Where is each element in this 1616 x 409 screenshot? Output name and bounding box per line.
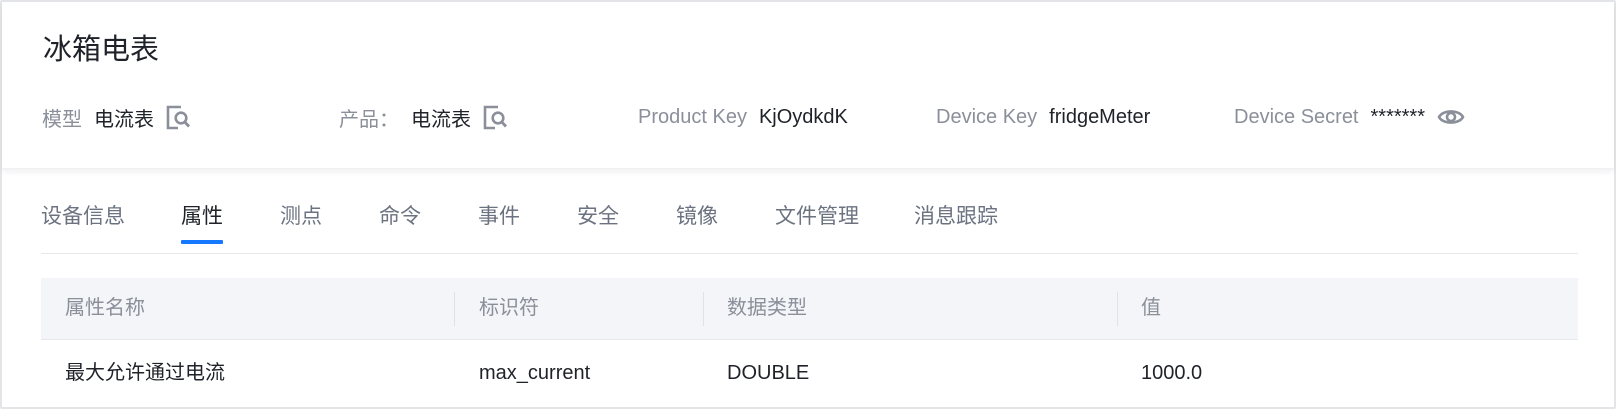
device-key-value: fridgeMeter xyxy=(1049,105,1151,128)
model-value: 电流表 xyxy=(94,108,154,131)
tab-label: 安全 xyxy=(577,205,619,228)
active-tab-indicator xyxy=(181,240,223,244)
column-header-name: 属性名称 xyxy=(65,297,145,319)
tab-measure-points[interactable]: 测点 xyxy=(280,203,322,231)
tab-label: 测点 xyxy=(280,205,322,228)
device-secret-field: Device Secret ******* xyxy=(1234,101,1465,133)
table-body: 最大允许通过电流 max_current DOUBLE 1000.0 xyxy=(41,340,1578,406)
device-secret-value: ******* xyxy=(1370,105,1425,128)
device-secret-label: Device Secret xyxy=(1234,105,1359,128)
tab-label: 消息跟踪 xyxy=(914,205,998,228)
column-header-data-type: 数据类型 xyxy=(727,297,807,319)
tab-shadow[interactable]: 镜像 xyxy=(676,203,718,231)
tab-label: 属性 xyxy=(181,205,223,228)
search-doc-icon[interactable] xyxy=(483,105,508,130)
tab-label: 镜像 xyxy=(676,205,718,228)
tab-label: 文件管理 xyxy=(775,205,859,228)
column-divider xyxy=(703,292,704,326)
tab-label: 设备信息 xyxy=(41,205,125,228)
device-key-label: Device Key xyxy=(936,105,1038,128)
tab-bar: 设备信息 属性 测点 命令 事件 安全 镜像 文件管理 消息跟踪 xyxy=(41,190,1578,254)
cell-data-type: DOUBLE xyxy=(727,362,810,384)
model-field: 模型 电流表 xyxy=(42,101,191,133)
tab-message-trace[interactable]: 消息跟踪 xyxy=(914,203,998,231)
tab-label: 事件 xyxy=(478,205,520,228)
product-key-value: KjOydkdK xyxy=(758,105,848,128)
tab-commands[interactable]: 命令 xyxy=(379,203,421,231)
product-value: 电流表 xyxy=(411,108,471,131)
product-field: 产品： 电流表 xyxy=(339,101,508,133)
tab-properties[interactable]: 属性 xyxy=(181,203,223,244)
device-key-field: Device Key fridgeMeter xyxy=(936,101,1150,133)
tab-label: 命令 xyxy=(379,205,421,228)
column-header-identifier: 标识符 xyxy=(479,297,539,319)
search-doc-icon[interactable] xyxy=(166,105,191,130)
tab-device-info[interactable]: 设备信息 xyxy=(41,203,125,231)
device-header: 冰箱电表 模型 电流表 产品： 电流表 Product Key KjOydkdK… xyxy=(2,2,1614,169)
tab-events[interactable]: 事件 xyxy=(478,203,520,231)
product-label: 产品： xyxy=(339,108,399,131)
column-divider xyxy=(454,292,455,326)
table-row[interactable]: 最大允许通过电流 max_current DOUBLE 1000.0 xyxy=(41,340,1578,406)
tab-file-management[interactable]: 文件管理 xyxy=(775,203,859,231)
model-label: 模型 xyxy=(42,108,82,131)
product-key-label: Product Key xyxy=(638,105,747,128)
column-divider xyxy=(1117,292,1118,326)
cell-value: 1000.0 xyxy=(1141,362,1203,384)
column-header-value: 值 xyxy=(1141,297,1161,319)
tab-security[interactable]: 安全 xyxy=(577,203,619,231)
eye-icon[interactable] xyxy=(1437,106,1465,128)
cell-property-name: 最大允许通过电流 xyxy=(65,362,225,384)
device-title: 冰箱电表 xyxy=(43,34,160,66)
cell-identifier: max_current xyxy=(479,362,591,384)
properties-table: 属性名称 标识符 数据类型 值 最大允许通过电流 max_current DOU… xyxy=(41,278,1578,406)
table-header: 属性名称 标识符 数据类型 值 xyxy=(41,278,1578,340)
product-key-field: Product Key KjOydkdK xyxy=(638,101,848,133)
